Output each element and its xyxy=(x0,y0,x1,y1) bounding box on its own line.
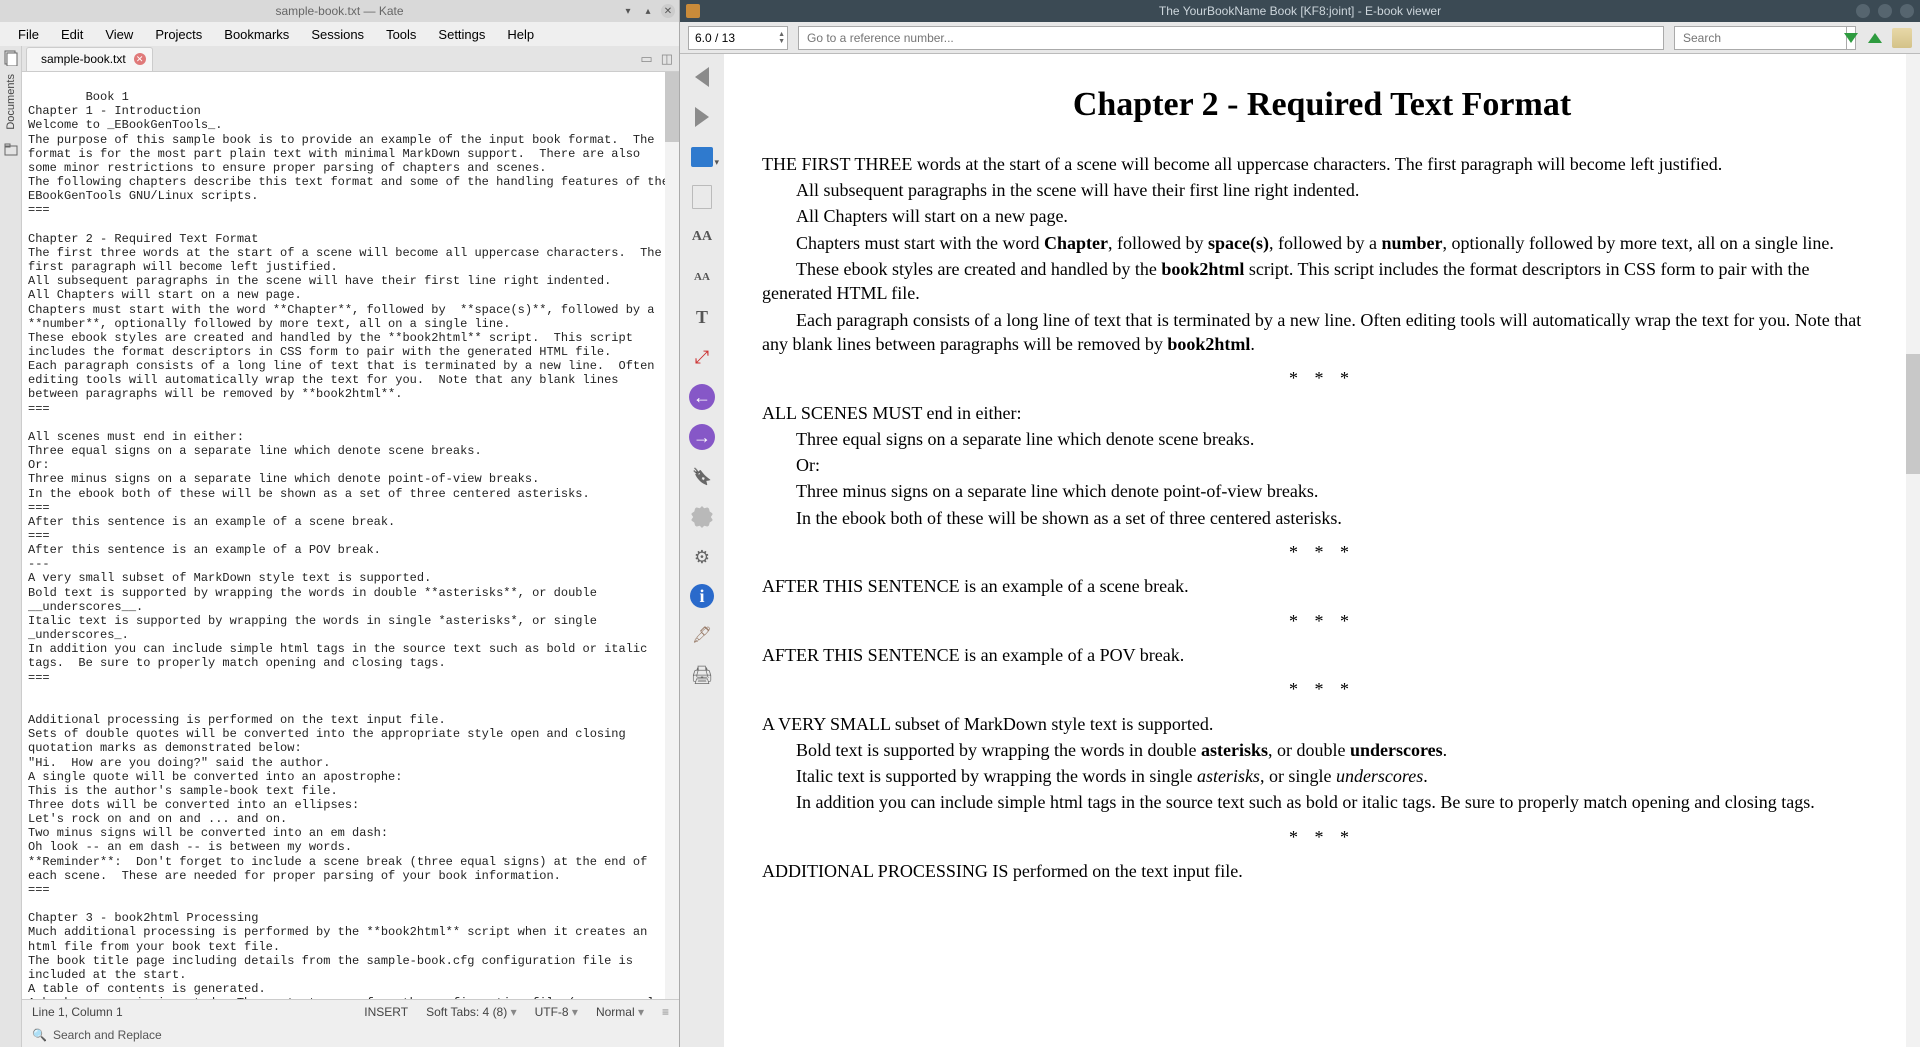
next-page-icon[interactable] xyxy=(687,104,717,130)
paragraph: ALL SCENES MUST end in either: xyxy=(762,401,1882,425)
tab-mode[interactable]: Soft Tabs: 4 (8) xyxy=(426,1005,517,1019)
viewer-content[interactable]: Chapter 2 - Required Text Format THE FIR… xyxy=(724,54,1920,1047)
cursor-position[interactable]: Line 1, Column 1 xyxy=(32,1005,123,1019)
encoding[interactable]: UTF-8 xyxy=(535,1005,578,1019)
highlight-mode[interactable]: Normal xyxy=(596,1005,644,1019)
tab-close-icon[interactable]: ✕ xyxy=(134,53,146,65)
forward-icon[interactable] xyxy=(689,424,715,450)
toggle-scroll-icon[interactable] xyxy=(1892,28,1912,48)
menu-tools[interactable]: Tools xyxy=(376,25,426,44)
separator: * * * xyxy=(762,366,1882,390)
menu-bookmarks[interactable]: Bookmarks xyxy=(214,25,299,44)
menu-file[interactable]: File xyxy=(8,25,49,44)
menu-help[interactable]: Help xyxy=(497,25,544,44)
menu-view[interactable]: View xyxy=(95,25,143,44)
editor-area[interactable]: Book 1 Chapter 1 - Introduction Welcome … xyxy=(22,72,679,999)
tab-sample-book[interactable]: sample-book.txt ✕ xyxy=(26,47,153,71)
viewer-sidebar: ▾ xyxy=(680,54,724,1047)
font-options-icon[interactable] xyxy=(687,304,717,330)
search-icon: 🔍 xyxy=(32,1028,47,1042)
find-prev-icon[interactable] xyxy=(1868,33,1882,43)
close-icon[interactable] xyxy=(1900,4,1914,18)
viewer-toolbar: 6.0 / 13 ▲▼ ▼ xyxy=(680,22,1920,54)
print-icon[interactable] xyxy=(687,662,717,688)
search-label: Search and Replace xyxy=(53,1028,162,1042)
paragraph: All Chapters will start on a new page. xyxy=(762,204,1882,228)
minimize-icon[interactable] xyxy=(1856,4,1870,18)
search-input[interactable] xyxy=(1674,26,1847,50)
maximize-icon[interactable] xyxy=(1878,4,1892,18)
paragraph: AFTER THIS SENTENCE is an example of a s… xyxy=(762,574,1882,598)
filesystem-icon[interactable] xyxy=(3,142,19,158)
paragraph: In addition you can include simple html … xyxy=(762,790,1882,814)
paragraph: ADDITIONAL PROCESSING IS performed on th… xyxy=(762,859,1882,883)
kate-titlebar[interactable]: sample-book.txt — Kate ▾ ▴ ✕ xyxy=(0,0,679,22)
paragraph: Chapters must start with the word Chapte… xyxy=(762,231,1882,255)
toc-icon[interactable] xyxy=(687,504,717,530)
paragraph: AFTER THIS SENTENCE is an example of a P… xyxy=(762,643,1882,667)
separator: * * * xyxy=(762,677,1882,701)
paragraph: Three equal signs on a separate line whi… xyxy=(762,427,1882,451)
menu-icon[interactable]: ≡ xyxy=(662,1005,669,1019)
viewer-scrollbar[interactable] xyxy=(1906,54,1920,1047)
viewer-titlebar[interactable]: The YourBookName Book [KF8:joint] - E-bo… xyxy=(680,0,1920,22)
split-icon[interactable]: ◫ xyxy=(661,51,673,67)
editor-scrollbar[interactable] xyxy=(665,72,679,999)
paragraph: Bold text is supported by wrapping the w… xyxy=(762,738,1882,762)
separator: * * * xyxy=(762,540,1882,564)
page-number-field[interactable]: 6.0 / 13 ▲▼ xyxy=(688,26,788,50)
back-icon[interactable] xyxy=(689,384,715,410)
metadata-icon[interactable] xyxy=(690,584,714,608)
ebook-viewer-window: The YourBookName Book [KF8:joint] - E-bo… xyxy=(680,0,1920,1047)
paragraph: These ebook styles are created and handl… xyxy=(762,257,1882,306)
paragraph: Each paragraph consists of a long line o… xyxy=(762,308,1882,357)
spin-down-icon[interactable]: ▼ xyxy=(778,38,785,45)
chapter-heading: Chapter 2 - Required Text Format xyxy=(762,82,1882,128)
paragraph: THE FIRST THREE words at the start of a … xyxy=(762,152,1882,176)
kate-tabbar: sample-book.txt ✕ ▭ ◫ xyxy=(22,46,679,72)
page-number-value: 6.0 / 13 xyxy=(695,31,735,45)
paragraph: Or: xyxy=(762,453,1882,477)
font-larger-icon[interactable] xyxy=(687,224,717,250)
viewer-title: The YourBookName Book [KF8:joint] - E-bo… xyxy=(1159,4,1441,18)
fullscreen-icon[interactable] xyxy=(687,344,717,370)
paragraph: A VERY SMALL subset of MarkDown style te… xyxy=(762,712,1882,736)
menu-sessions[interactable]: Sessions xyxy=(301,25,374,44)
insert-mode[interactable]: INSERT xyxy=(364,1005,408,1019)
preferences-icon[interactable] xyxy=(687,544,717,570)
kate-menubar: File Edit View Projects Bookmarks Sessio… xyxy=(0,22,679,46)
kate-title: sample-book.txt — Kate xyxy=(275,4,403,18)
menu-projects[interactable]: Projects xyxy=(145,25,212,44)
maximize-icon[interactable]: ▴ xyxy=(641,4,655,18)
find-next-icon[interactable] xyxy=(1844,33,1858,43)
separator: * * * xyxy=(762,609,1882,633)
copy-icon[interactable] xyxy=(687,184,717,210)
menu-settings[interactable]: Settings xyxy=(428,25,495,44)
kate-left-sidebar: Documents xyxy=(0,46,22,1047)
paragraph: All subsequent paragraphs in the scene w… xyxy=(762,178,1882,202)
reference-input[interactable] xyxy=(798,26,1664,50)
search-bar[interactable]: 🔍 Search and Replace xyxy=(22,1023,679,1047)
open-book-icon[interactable]: ▾ xyxy=(687,144,717,170)
editor-text: Book 1 Chapter 1 - Introduction Welcome … xyxy=(28,90,676,999)
bookmark-icon[interactable] xyxy=(687,464,717,490)
new-doc-icon[interactable]: ▭ xyxy=(640,51,652,67)
kate-statusbar: Line 1, Column 1 INSERT Soft Tabs: 4 (8)… xyxy=(22,999,679,1023)
theme-icon[interactable] xyxy=(687,622,717,648)
documents-label[interactable]: Documents xyxy=(5,74,17,130)
spin-up-icon[interactable]: ▲ xyxy=(778,31,785,38)
book-icon xyxy=(686,4,700,18)
minimize-icon[interactable]: ▾ xyxy=(621,4,635,18)
prev-page-icon[interactable] xyxy=(687,64,717,90)
paragraph: Three minus signs on a separate line whi… xyxy=(762,479,1882,503)
separator: * * * xyxy=(762,825,1882,849)
documents-icon[interactable] xyxy=(3,50,19,66)
kate-window: sample-book.txt — Kate ▾ ▴ ✕ File Edit V… xyxy=(0,0,680,1047)
menu-edit[interactable]: Edit xyxy=(51,25,93,44)
paragraph: In the ebook both of these will be shown… xyxy=(762,506,1882,530)
close-icon[interactable]: ✕ xyxy=(661,4,675,18)
font-smaller-icon[interactable] xyxy=(687,264,717,290)
tab-label: sample-book.txt xyxy=(41,52,126,66)
paragraph: Italic text is supported by wrapping the… xyxy=(762,764,1882,788)
